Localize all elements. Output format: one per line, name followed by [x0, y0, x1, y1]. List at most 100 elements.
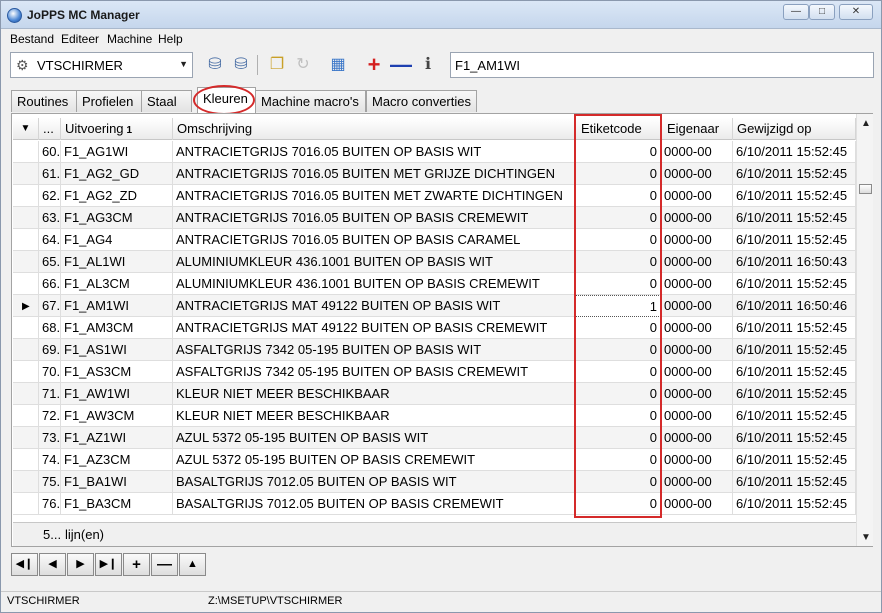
edit-record-icon[interactable]: ▲: [179, 553, 206, 576]
row-etiketcode[interactable]: 0: [575, 317, 661, 339]
row-gewijzigd-op[interactable]: 6/10/2011 15:52:45: [733, 493, 856, 515]
row-gewijzigd-op[interactable]: 6/10/2011 15:52:45: [733, 449, 856, 471]
header-index[interactable]: ...: [39, 118, 61, 140]
row-omschrijving[interactable]: ANTRACIETGRIJS 7016.05 BUITEN MET ZWARTE…: [173, 185, 575, 207]
insert-record-icon[interactable]: +: [123, 553, 150, 576]
table-row[interactable]: 70. F1_AS3CM ASFALTGRIJS 7342 05-195 BUITE…: [13, 361, 856, 383]
row-index[interactable]: 67.: [39, 295, 61, 317]
row-index[interactable]: 66.: [39, 273, 61, 295]
header-omschrijving[interactable]: Omschrijving: [173, 118, 575, 140]
row-omschrijving[interactable]: ASFALTGRIJS 7342 05-195 BUITEN OP BASIS …: [173, 339, 575, 361]
row-gewijzigd-op[interactable]: 6/10/2011 16:50:43: [733, 251, 856, 273]
table-row[interactable]: 65. F1_AL1WI ALUMINIUMKLEUR 436.1001 BUITE…: [13, 251, 856, 273]
table-row[interactable]: 76. F1_BA3CM BASALTGRIJS 7012.05 BUITEN OP…: [13, 493, 856, 515]
row-uitvoering[interactable]: F1_AZ1WI: [61, 427, 173, 449]
row-eigenaar[interactable]: 0000-00: [661, 229, 733, 251]
row-etiketcode[interactable]: 0: [575, 339, 661, 361]
menu-editeer[interactable]: Editeer: [61, 32, 99, 46]
row-etiketcode[interactable]: 0: [575, 207, 661, 229]
search-input[interactable]: F1_AM1WI: [450, 52, 874, 78]
row-uitvoering[interactable]: F1_BA3CM: [61, 493, 173, 515]
row-gewijzigd-op[interactable]: 6/10/2011 15:52:45: [733, 427, 856, 449]
tab-kleuren[interactable]: Kleuren: [197, 87, 256, 113]
row-selector[interactable]: [13, 251, 39, 273]
database-import-icon[interactable]: ⛁: [230, 54, 252, 76]
row-index[interactable]: 70.: [39, 361, 61, 383]
row-selector[interactable]: [13, 229, 39, 251]
row-eigenaar[interactable]: 0000-00: [661, 339, 733, 361]
row-uitvoering[interactable]: F1_AG2_GD: [61, 163, 173, 185]
row-etiketcode[interactable]: 0: [575, 493, 661, 515]
header-etiketcode[interactable]: Etiketcode: [577, 118, 661, 140]
table-row[interactable]: 64. F1_AG4 ANTRACIETGRIJS 7016.05 BUITEN O…: [13, 229, 856, 251]
row-gewijzigd-op[interactable]: 6/10/2011 15:52:45: [733, 317, 856, 339]
row-uitvoering[interactable]: F1_AL1WI: [61, 251, 173, 273]
row-selector[interactable]: [13, 141, 39, 163]
row-selector[interactable]: [13, 185, 39, 207]
row-etiketcode[interactable]: 0: [575, 141, 661, 163]
header-eigenaar[interactable]: Eigenaar: [663, 118, 733, 140]
row-gewijzigd-op[interactable]: 6/10/2011 15:52:45: [733, 339, 856, 361]
row-etiketcode[interactable]: 0: [575, 163, 661, 185]
row-selector[interactable]: [13, 163, 39, 185]
row-gewijzigd-op[interactable]: 6/10/2011 15:52:45: [733, 405, 856, 427]
row-selector[interactable]: [13, 471, 39, 493]
info-icon[interactable]: ℹ: [417, 54, 439, 76]
refresh-icon[interactable]: ↻: [292, 54, 314, 76]
table-row[interactable]: 68. F1_AM3CM ANTRACIETGRIJS MAT 49122 BUIT…: [13, 317, 856, 339]
row-etiketcode[interactable]: 0: [575, 383, 661, 405]
row-selector[interactable]: [13, 383, 39, 405]
row-selector[interactable]: [13, 339, 39, 361]
row-index[interactable]: 62.: [39, 185, 61, 207]
row-index[interactable]: 74.: [39, 449, 61, 471]
row-selector[interactable]: [13, 273, 39, 295]
row-etiketcode[interactable]: 0: [575, 185, 661, 207]
tab-staal[interactable]: Staal: [141, 90, 192, 112]
row-uitvoering[interactable]: F1_BA1WI: [61, 471, 173, 493]
row-uitvoering[interactable]: F1_AW1WI: [61, 383, 173, 405]
table-row[interactable]: 74. F1_AZ3CM AZUL 5372 05-195 BUITEN OP BA…: [13, 449, 856, 471]
row-selector[interactable]: [13, 361, 39, 383]
minimize-button[interactable]: —: [783, 4, 809, 20]
row-index[interactable]: 61.: [39, 163, 61, 185]
row-eigenaar[interactable]: 0000-00: [661, 317, 733, 339]
row-eigenaar[interactable]: 0000-00: [661, 405, 733, 427]
row-omschrijving[interactable]: ALUMINIUMKLEUR 436.1001 BUITEN OP BASIS …: [173, 251, 575, 273]
row-index[interactable]: 71.: [39, 383, 61, 405]
header-gewijzigd-op[interactable]: Gewijzigd op: [733, 118, 856, 140]
row-eigenaar[interactable]: 0000-00: [661, 493, 733, 515]
row-index[interactable]: 64.: [39, 229, 61, 251]
row-etiketcode[interactable]: 1: [575, 295, 661, 317]
row-eigenaar[interactable]: 0000-00: [661, 185, 733, 207]
row-etiketcode[interactable]: 0: [575, 405, 661, 427]
row-etiketcode[interactable]: 0: [575, 449, 661, 471]
row-gewijzigd-op[interactable]: 6/10/2011 15:52:45: [733, 361, 856, 383]
row-uitvoering[interactable]: F1_AM3CM: [61, 317, 173, 339]
table-row[interactable]: 66. F1_AL3CM ALUMINIUMKLEUR 436.1001 BUITE…: [13, 273, 856, 295]
row-omschrijving[interactable]: ANTRACIETGRIJS 7016.05 BUITEN OP BASIS C…: [173, 207, 575, 229]
table-row[interactable]: 63. F1_AG3CM ANTRACIETGRIJS 7016.05 BUITEN…: [13, 207, 856, 229]
scroll-up-icon[interactable]: ▲: [861, 118, 871, 129]
row-omschrijving[interactable]: ANTRACIETGRIJS MAT 49122 BUITEN OP BASIS…: [173, 317, 575, 339]
row-gewijzigd-op[interactable]: 6/10/2011 16:50:46: [733, 295, 856, 317]
machine-select[interactable]: ⚙ VTSCHIRMER ▼: [10, 52, 193, 78]
first-record-icon[interactable]: ◀❙: [11, 553, 38, 576]
delete-record-icon[interactable]: —: [151, 553, 178, 576]
row-selector[interactable]: [13, 405, 39, 427]
close-button[interactable]: ✕: [839, 4, 873, 20]
row-index[interactable]: 75.: [39, 471, 61, 493]
menu-help[interactable]: Help: [158, 32, 183, 46]
table-row[interactable]: 75. F1_BA1WI BASALTGRIJS 7012.05 BUITEN OP…: [13, 471, 856, 493]
row-etiketcode[interactable]: 0: [575, 251, 661, 273]
row-gewijzigd-op[interactable]: 6/10/2011 15:52:45: [733, 383, 856, 405]
row-eigenaar[interactable]: 0000-00: [661, 273, 733, 295]
package-icon[interactable]: ▦: [327, 54, 349, 76]
row-omschrijving[interactable]: ASFALTGRIJS 7342 05-195 BUITEN OP BASIS …: [173, 361, 575, 383]
row-etiketcode[interactable]: 0: [575, 229, 661, 251]
row-omschrijving[interactable]: BASALTGRIJS 7012.05 BUITEN OP BASIS WIT: [173, 471, 575, 493]
row-eigenaar[interactable]: 0000-00: [661, 295, 733, 317]
row-eigenaar[interactable]: 0000-00: [661, 361, 733, 383]
row-omschrijving[interactable]: ANTRACIETGRIJS 7016.05 BUITEN MET GRIJZE…: [173, 163, 575, 185]
table-row[interactable]: 71. F1_AW1WI KLEUR NIET MEER BESCHIKBAAR 0 0…: [13, 383, 856, 405]
row-index[interactable]: 76.: [39, 493, 61, 515]
